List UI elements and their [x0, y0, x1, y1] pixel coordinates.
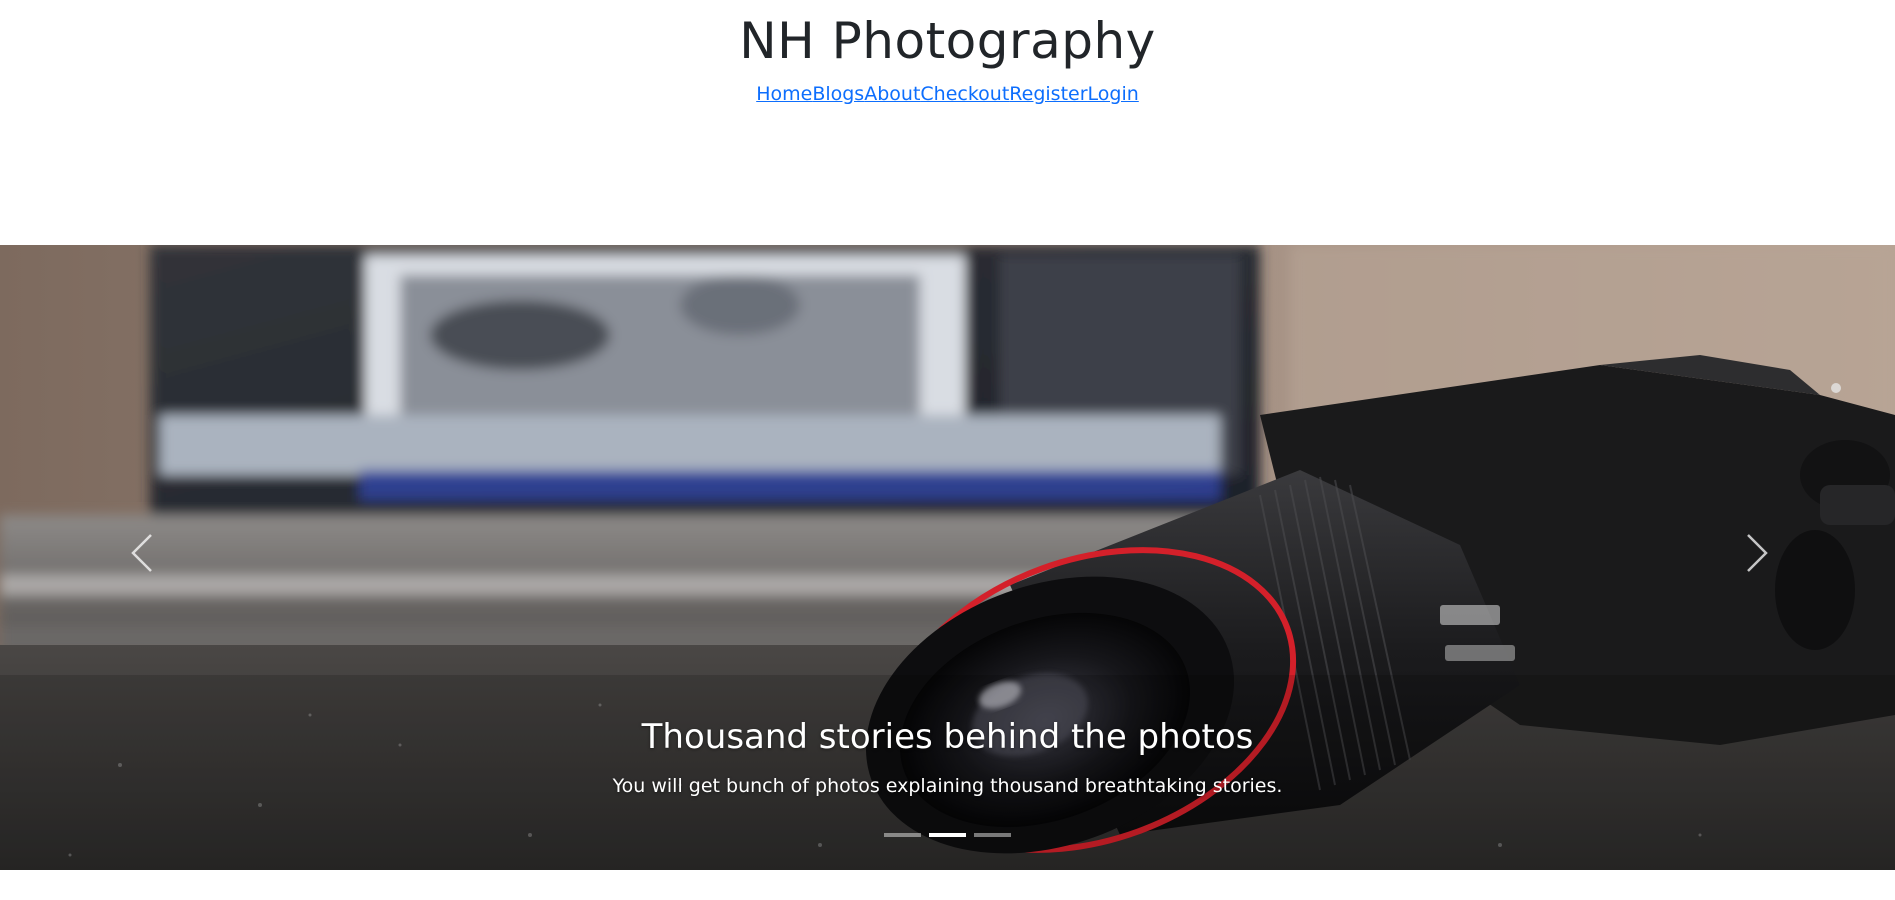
carousel-next-button[interactable]	[1727, 503, 1787, 603]
nav-link-register[interactable]: Register	[1009, 83, 1087, 105]
site-header: NH Photography HomeBlogsAboutCheckoutReg…	[0, 0, 1895, 245]
site-title: NH Photography	[739, 12, 1156, 70]
main-nav: HomeBlogsAboutCheckoutRegisterLogin	[0, 80, 1895, 108]
nav-link-home[interactable]: Home	[756, 83, 812, 105]
carousel-prev-button[interactable]	[112, 503, 172, 603]
nav-link-about[interactable]: About	[864, 83, 920, 105]
carousel-indicators	[0, 833, 1895, 837]
carousel-indicator[interactable]	[974, 833, 1011, 837]
chevron-right-icon	[1747, 534, 1768, 572]
carousel-indicator[interactable]	[884, 833, 921, 837]
chevron-left-icon	[131, 534, 152, 572]
caption-text: You will get bunch of photos explaining …	[612, 775, 1283, 797]
carousel-indicator[interactable]	[929, 833, 966, 837]
hero-carousel: Thousand stories behind the photos You w…	[0, 245, 1895, 870]
nav-link-login[interactable]: Login	[1088, 83, 1139, 105]
carousel-caption: Thousand stories behind the photos You w…	[0, 715, 1895, 799]
nav-link-checkout[interactable]: Checkout	[920, 83, 1009, 105]
nav-link-blogs[interactable]: Blogs	[812, 83, 864, 105]
caption-title: Thousand stories behind the photos	[641, 717, 1254, 757]
